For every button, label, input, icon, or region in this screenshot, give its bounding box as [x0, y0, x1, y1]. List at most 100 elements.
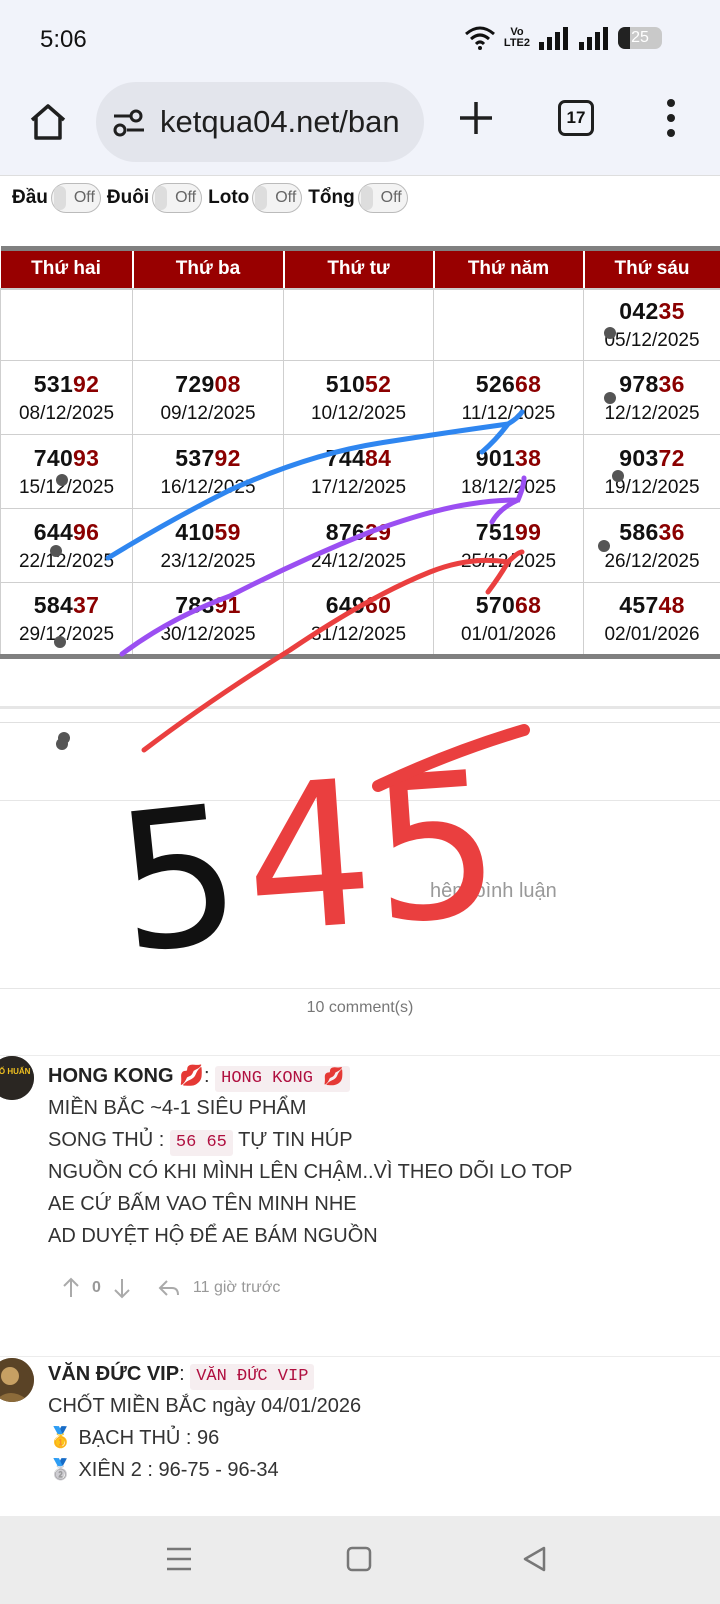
- result-number-prefix: 903: [619, 444, 659, 471]
- result-cell[interactable]: 53192 08/12/2025: [0, 360, 133, 435]
- avatar[interactable]: SỐ HUẤN: [0, 1056, 34, 1100]
- comment-time: 11 giờ trước: [192, 1279, 281, 1296]
- comment-author[interactable]: VĂN ĐỨC VIP: [48, 1363, 179, 1385]
- result-date: 05/12/2025: [604, 329, 700, 351]
- result-cell[interactable]: 90138 18/12/2025: [433, 434, 584, 509]
- result-date: 09/12/2025: [160, 402, 256, 424]
- site-controls-icon[interactable]: [112, 106, 146, 140]
- url-bar[interactable]: ketqua04.net/ban: [96, 82, 424, 162]
- toggle-tong[interactable]: Off: [357, 183, 408, 213]
- avatar-text: SỐ HUẤN: [0, 1066, 31, 1076]
- result-number-suffix: 68: [515, 591, 542, 618]
- signal-icon-2: [579, 27, 608, 50]
- upvote-icon[interactable]: [62, 1277, 80, 1299]
- status-bar: 5:06 Vo LTE2 25: [0, 0, 720, 78]
- back-nav-icon[interactable]: [522, 1546, 548, 1572]
- result-cell[interactable]: 78391 30/12/2025: [132, 582, 284, 657]
- comment-author[interactable]: HONG KONG 💋: [48, 1065, 204, 1087]
- result-cell[interactable]: 64960 31/12/2025: [283, 582, 434, 657]
- drawing-dot: [56, 738, 68, 750]
- result-number: 45748: [584, 592, 720, 619]
- result-date: 26/12/2025: [604, 550, 700, 572]
- result-number: 97836: [584, 371, 720, 398]
- result-cell: [283, 288, 434, 361]
- result-cell[interactable]: 97836 12/12/2025: [583, 360, 720, 435]
- result-date: 15/12/2025: [18, 476, 115, 498]
- result-cell[interactable]: 45748 02/01/2026: [583, 582, 720, 657]
- new-tab-icon[interactable]: [456, 98, 496, 138]
- volte-bottom: LTE2: [503, 37, 530, 49]
- divider: [0, 706, 720, 709]
- result-number-prefix: 531: [33, 370, 74, 397]
- avatar[interactable]: [0, 1358, 34, 1402]
- result-number: 78391: [133, 592, 283, 619]
- divider: [0, 1356, 720, 1357]
- result-cell[interactable]: 75199 25/12/2025: [433, 508, 584, 583]
- wifi-icon: [464, 26, 495, 50]
- home-icon[interactable]: [26, 100, 70, 144]
- result-cell[interactable]: 04235 05/12/2025: [583, 288, 720, 361]
- author-tag: VĂN ĐỨC VIP: [190, 1364, 315, 1390]
- result-cell[interactable]: 90372 19/12/2025: [583, 434, 720, 509]
- result-number-prefix: 740: [33, 444, 74, 471]
- divider: [0, 722, 720, 723]
- divider: [0, 800, 720, 801]
- downvote-icon[interactable]: [113, 1277, 131, 1299]
- comment-line: AE CỨ BẤM VAO TÊN MINH NHE: [48, 1193, 357, 1215]
- comment-body: VĂN ĐỨC VIP: VĂN ĐỨC VIP CHỐT MIỀN BẮC n…: [48, 1358, 710, 1486]
- result-number-prefix: 901: [475, 444, 516, 471]
- avatar-image: SỐ HUẤN: [0, 1056, 34, 1100]
- result-date: 18/12/2025: [460, 476, 557, 498]
- result-cell[interactable]: 74484 17/12/2025: [283, 434, 434, 509]
- result-number-suffix: 99: [515, 518, 542, 545]
- home-nav-icon[interactable]: [346, 1546, 372, 1572]
- red-flourish: [372, 724, 530, 792]
- result-number: 90138: [434, 445, 583, 472]
- result-number-suffix: 38: [515, 444, 542, 471]
- result-date: 25/12/2025: [460, 550, 557, 572]
- result-cell[interactable]: 52668 11/12/2025: [433, 360, 584, 435]
- result-number-prefix: 410: [175, 518, 215, 545]
- result-cell[interactable]: 74093 15/12/2025: [0, 434, 133, 509]
- comment-line: SONG THỦ : 56 65 TỰ TIN HÚP: [48, 1124, 710, 1156]
- toggle-dau[interactable]: Off: [50, 183, 101, 213]
- result-number-prefix: 510: [325, 370, 366, 397]
- result-cell[interactable]: 57068 01/01/2026: [433, 582, 584, 657]
- table-row: 58437 29/12/2025 78391 30/12/2025 64960 31/12…: [0, 582, 720, 657]
- result-number-prefix: 042: [619, 297, 659, 324]
- result-number-suffix: 84: [365, 444, 392, 471]
- toggle-duoi[interactable]: Off: [152, 183, 203, 213]
- tab-switcher-button[interactable]: 17: [558, 100, 594, 136]
- result-number-suffix: 91: [214, 591, 241, 618]
- drawing-dot: [58, 732, 70, 744]
- result-cell[interactable]: 41059 23/12/2025: [132, 508, 284, 583]
- result-cell[interactable]: 58437 29/12/2025: [0, 582, 133, 657]
- comment-line: NGUỒN CÓ KHI MÌNH LÊN CHẬM..VÌ THEO DÕI …: [48, 1161, 573, 1183]
- result-cell: [433, 288, 584, 361]
- result-cell[interactable]: 58636 26/12/2025: [583, 508, 720, 583]
- result-number: 51052: [284, 371, 433, 398]
- result-number-suffix: 37: [73, 591, 100, 618]
- result-number-suffix: 92: [214, 444, 241, 471]
- recent-apps-icon[interactable]: [166, 1546, 192, 1572]
- toggle-loto[interactable]: Off: [252, 183, 303, 213]
- result-cell[interactable]: 51052 10/12/2025: [283, 360, 434, 435]
- result-date: 16/12/2025: [160, 476, 256, 498]
- battery-level: 25: [631, 29, 649, 46]
- browser-toolbar: ketqua04.net/ban 17: [0, 78, 720, 176]
- handwritten-red-number: 45: [237, 728, 507, 978]
- more-menu-icon[interactable]: [664, 98, 678, 138]
- url-text[interactable]: ketqua04.net/ban: [160, 104, 406, 140]
- result-date: 31/12/2025: [310, 623, 407, 645]
- author-separator: :: [204, 1065, 216, 1087]
- result-cell[interactable]: 87629 24/12/2025: [283, 508, 434, 583]
- result-number-suffix: 36: [658, 518, 685, 545]
- comment-input-placeholder[interactable]: hêm bình luận: [430, 880, 557, 903]
- result-number-suffix: 36: [658, 370, 685, 397]
- result-cell[interactable]: 72908 09/12/2025: [132, 360, 284, 435]
- table-row: 53192 08/12/2025 72908 09/12/2025 51052 10/12…: [0, 360, 720, 435]
- result-cell[interactable]: 53792 16/12/2025: [132, 434, 284, 509]
- result-cell[interactable]: 64496 22/12/2025: [0, 508, 133, 583]
- result-date: 10/12/2025: [310, 402, 407, 424]
- reply-icon[interactable]: [157, 1278, 181, 1298]
